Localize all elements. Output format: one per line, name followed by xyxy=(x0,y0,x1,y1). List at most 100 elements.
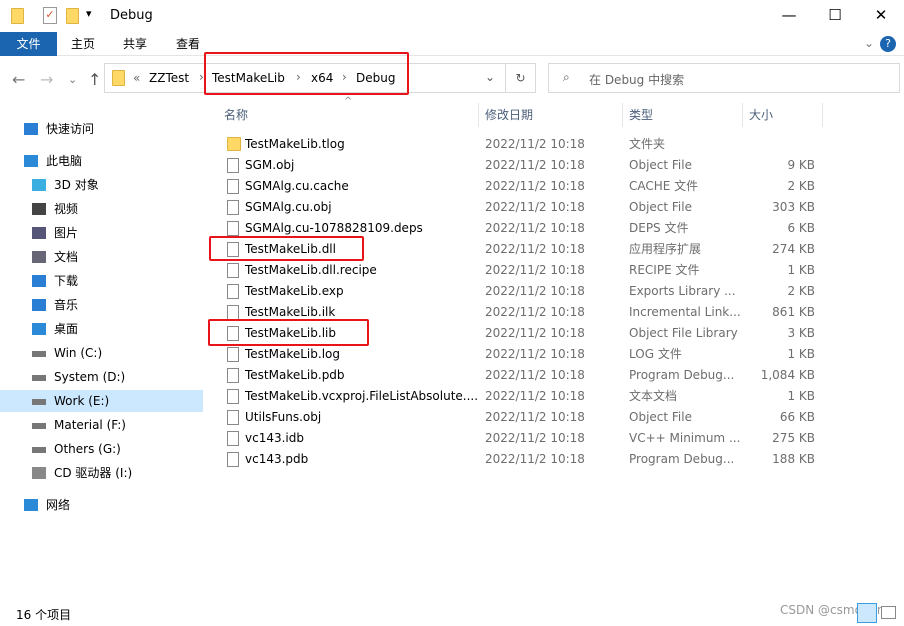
file-date: 2022/11/2 10:18 xyxy=(485,158,585,172)
star-icon xyxy=(24,123,38,135)
crumb-zztest[interactable]: ZZTest xyxy=(149,71,189,85)
new-folder-icon[interactable] xyxy=(66,8,79,24)
column-divider[interactable] xyxy=(742,103,743,127)
refresh-button[interactable]: ↻ xyxy=(506,63,536,93)
file-row[interactable]: TestMakeLib.pdb 2022/11/2 10:18 Program De… xyxy=(218,365,822,386)
sidebar-item[interactable]: 3D 对象 xyxy=(0,174,203,196)
sidebar-item[interactable]: 下载 xyxy=(0,270,203,292)
sidebar-item[interactable]: 此电脑 xyxy=(0,150,203,172)
minimize-button[interactable]: — xyxy=(766,0,812,32)
maximize-button[interactable]: ☐ xyxy=(812,0,858,32)
file-icon xyxy=(227,263,239,278)
file-row[interactable]: SGMAlg.cu.cache 2022/11/2 10:18 CACHE 文件 2 … xyxy=(218,176,822,197)
column-divider[interactable] xyxy=(622,103,623,127)
cd-drive-icon xyxy=(32,467,46,479)
column-header-size[interactable]: 大小 xyxy=(749,103,773,127)
file-name: TestMakeLib.exp xyxy=(245,284,344,298)
column-divider[interactable] xyxy=(478,103,479,127)
file-type: Exports Library ... xyxy=(629,284,736,298)
sidebar-item[interactable]: Work (E:) xyxy=(0,390,203,412)
file-size: 66 KB xyxy=(779,410,815,424)
recent-locations-icon[interactable]: ⌄ xyxy=(68,73,77,86)
sidebar-item[interactable]: Win (C:) xyxy=(0,342,203,364)
drive-icon xyxy=(32,351,46,357)
file-row[interactable]: TestMakeLib.vcxproj.FileListAbsolute....… xyxy=(218,386,822,407)
file-row[interactable]: TestMakeLib.dll.recipe 2022/11/2 10:18 REC… xyxy=(218,260,822,281)
column-header-date[interactable]: 修改日期 xyxy=(485,103,533,127)
sidebar-item[interactable]: CD 驱动器 (I:) xyxy=(0,462,203,484)
tab-home[interactable]: 主页 xyxy=(57,32,109,56)
file-date: 2022/11/2 10:18 xyxy=(485,389,585,403)
up-button[interactable]: ↑ xyxy=(88,70,101,89)
file-row[interactable]: SGM.obj 2022/11/2 10:18 Object File 9 KB xyxy=(218,155,822,176)
properties-icon[interactable]: ✓ xyxy=(43,7,57,24)
file-row[interactable]: vc143.idb 2022/11/2 10:18 VC++ Minimum ...… xyxy=(218,428,822,449)
file-row[interactable]: TestMakeLib.exp 2022/11/2 10:18 Exports Li… xyxy=(218,281,822,302)
expand-ribbon-icon[interactable]: ⌄ xyxy=(864,36,874,50)
address-dropdown-icon[interactable]: ⌄ xyxy=(485,70,495,84)
sidebar-item-label: 视频 xyxy=(54,202,79,216)
file-type: 文本文档 xyxy=(629,389,678,403)
file-size: 3 KB xyxy=(787,326,815,340)
sidebar-item[interactable]: 视频 xyxy=(0,198,203,220)
sidebar-item[interactable]: 网络 xyxy=(0,494,203,516)
highlight-box xyxy=(208,319,369,346)
close-button[interactable]: ✕ xyxy=(858,0,904,32)
tab-file[interactable]: 文件 xyxy=(0,32,57,56)
file-icon xyxy=(227,389,239,404)
sidebar-item[interactable]: 文档 xyxy=(0,246,203,268)
help-icon[interactable]: ? xyxy=(880,36,896,52)
sidebar-item[interactable]: 桌面 xyxy=(0,318,203,340)
column-header-type[interactable]: 类型 xyxy=(629,103,653,127)
file-size: 2 KB xyxy=(787,179,815,193)
forward-button[interactable]: → xyxy=(40,70,53,89)
drive-icon xyxy=(32,447,46,453)
sidebar-item-label: 3D 对象 xyxy=(54,178,99,192)
file-row[interactable]: vc143.pdb 2022/11/2 10:18 Program Debug...… xyxy=(218,449,822,470)
file-type: CACHE 文件 xyxy=(629,179,699,193)
column-divider[interactable] xyxy=(822,103,823,127)
ribbon: 文件 主页 共享 查看 ⌄ ? xyxy=(0,32,904,56)
file-row[interactable]: TestMakeLib.tlog 2022/11/2 10:18 文件夹 xyxy=(218,134,822,155)
file-icon xyxy=(227,221,239,236)
file-size: 6 KB xyxy=(787,221,815,235)
search-input[interactable]: ⌕ 在 Debug 中搜索 xyxy=(548,63,900,93)
file-row[interactable]: SGMAlg.cu.obj 2022/11/2 10:18 Object File 3… xyxy=(218,197,822,218)
file-row[interactable]: TestMakeLib.log 2022/11/2 10:18 LOG 文件 1 KB xyxy=(218,344,822,365)
sidebar-item-label: Material (F:) xyxy=(54,418,126,432)
file-date: 2022/11/2 10:18 xyxy=(485,179,585,193)
music-icon xyxy=(32,299,46,311)
sidebar-item-label: 桌面 xyxy=(54,322,79,336)
file-icon xyxy=(227,452,239,467)
file-row[interactable]: UtilsFuns.obj 2022/11/2 10:18 Object File 6… xyxy=(218,407,822,428)
sidebar-item[interactable]: 图片 xyxy=(0,222,203,244)
sort-ascending-icon: ^ xyxy=(344,96,353,107)
sidebar-item-label: 下载 xyxy=(54,274,79,288)
tab-share[interactable]: 共享 xyxy=(109,32,161,56)
file-size: 9 KB xyxy=(787,158,815,172)
quick-access-dropdown-icon[interactable]: ▾ xyxy=(86,7,92,20)
sidebar-item[interactable]: 音乐 xyxy=(0,294,203,316)
computer-icon xyxy=(24,155,38,167)
file-type: Incremental Link... xyxy=(629,305,741,319)
sidebar-item[interactable]: Others (G:) xyxy=(0,438,203,460)
sidebar-item-label: 音乐 xyxy=(54,298,79,312)
file-date: 2022/11/2 10:18 xyxy=(485,263,585,277)
sidebar-item[interactable]: System (D:) xyxy=(0,366,203,388)
column-header-name[interactable]: 名称 xyxy=(224,103,248,127)
file-size: 1,084 KB xyxy=(760,368,815,382)
overflow-icon[interactable]: « xyxy=(133,71,140,85)
file-type: 应用程序扩展 xyxy=(629,242,702,256)
desktop-icon xyxy=(32,323,46,335)
details-view-button[interactable] xyxy=(857,603,877,623)
file-size: 1 KB xyxy=(787,389,815,403)
file-size: 303 KB xyxy=(772,200,815,214)
file-date: 2022/11/2 10:18 xyxy=(485,452,585,466)
back-button[interactable]: ← xyxy=(12,70,25,89)
file-type: Program Debug... xyxy=(629,368,735,382)
file-size: 275 KB xyxy=(772,431,815,445)
large-icons-view-button[interactable] xyxy=(881,606,896,619)
sidebar-item[interactable]: Material (F:) xyxy=(0,414,203,436)
sidebar-item[interactable]: 快速访问 xyxy=(0,118,203,140)
sidebar-item-label: 此电脑 xyxy=(46,154,83,168)
